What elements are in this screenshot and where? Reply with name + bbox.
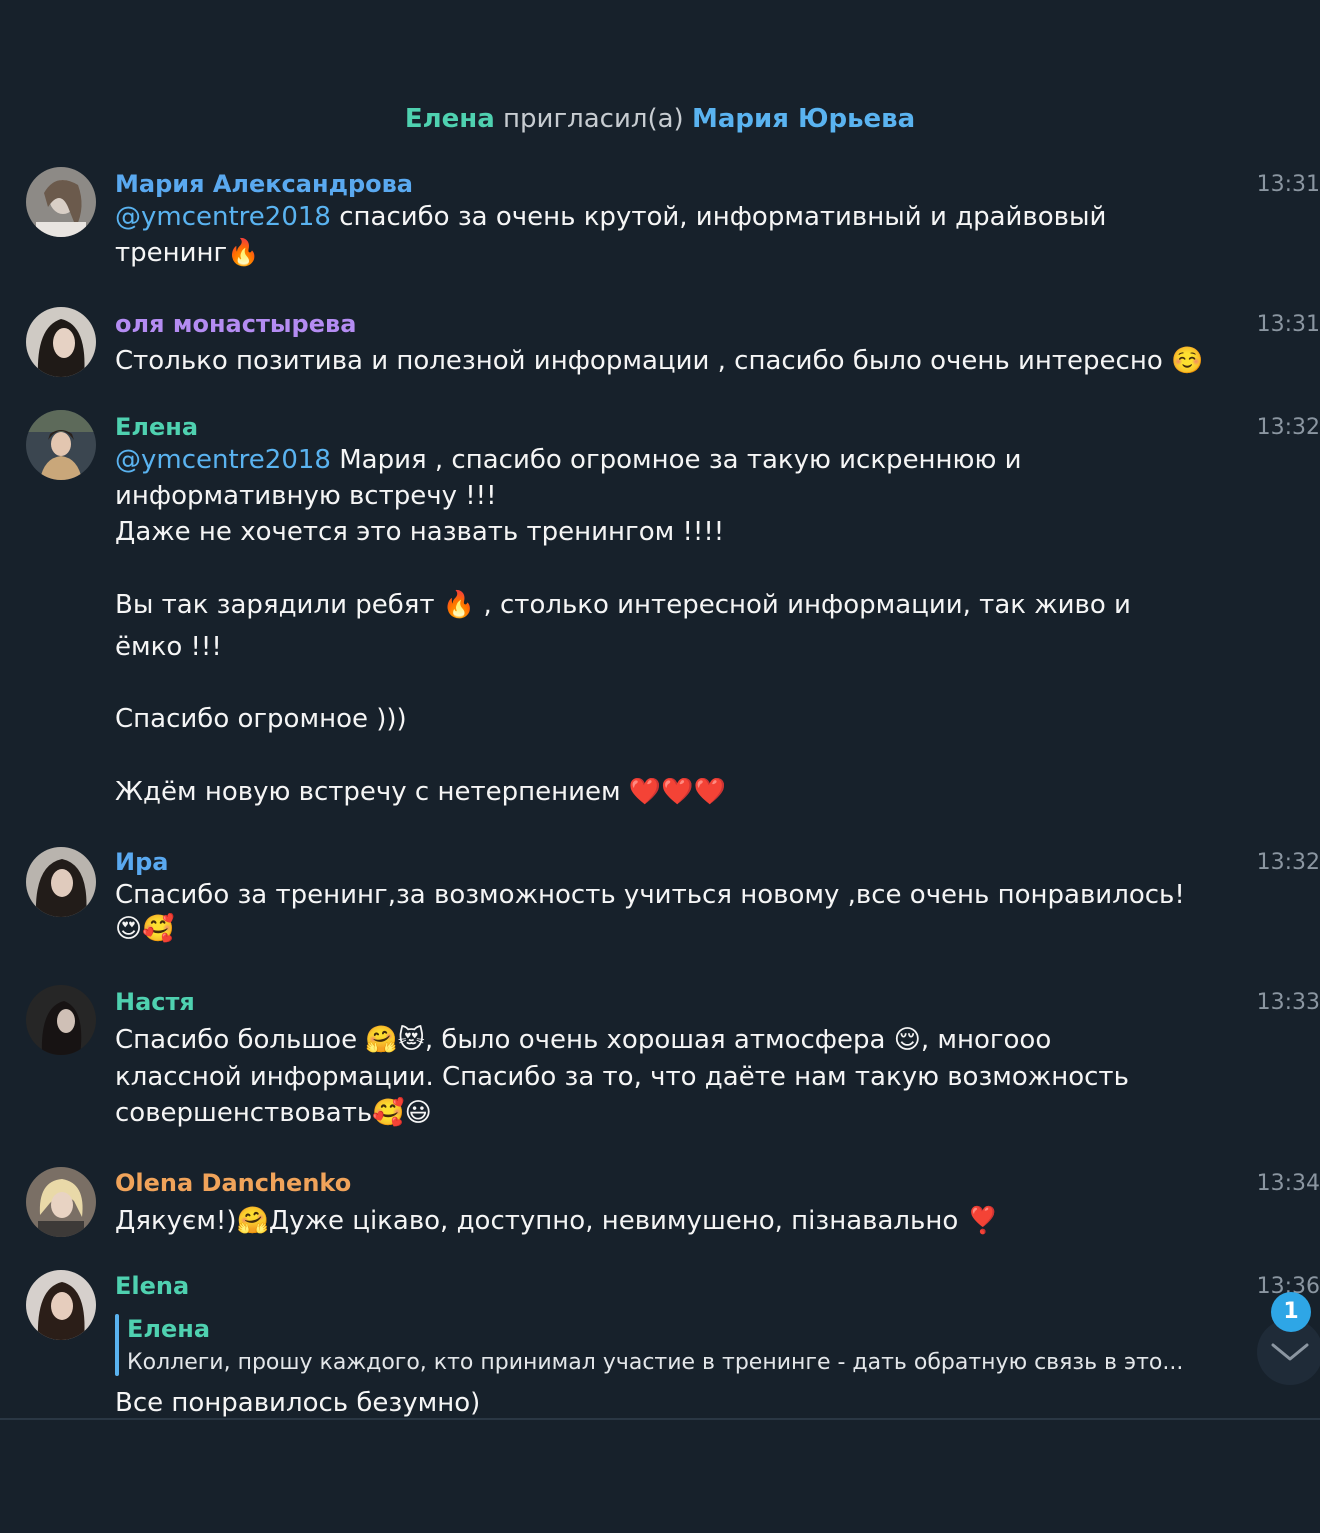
message-line: Все понравилось безумно) xyxy=(115,1388,480,1418)
message-text: тренинг xyxy=(115,238,228,268)
hug-emoji-icon: 🤗😻 xyxy=(365,1025,425,1055)
message-text: Вы так зарядили ребят xyxy=(115,590,443,620)
service-action: пригласил(а) xyxy=(494,104,692,134)
message-line: совершенствовать🥰😃 xyxy=(115,1098,432,1128)
reply-text[interactable]: Коллеги, прошу каждого, кто принимал уча… xyxy=(127,1350,1183,1375)
message-author[interactable]: Елена xyxy=(115,413,198,441)
message-text: Спасибо за тренинг,за возможность учитьс… xyxy=(115,880,1185,910)
relieved-emoji-icon: 😌 xyxy=(893,1025,921,1055)
message-line: 😍🥰 xyxy=(115,914,174,944)
message-line: ёмко !!! xyxy=(115,632,222,662)
avatar[interactable] xyxy=(26,847,96,917)
message-text: информативную встречу !!! xyxy=(115,481,497,511)
message-line: Даже не хочется это назвать тренингом !!… xyxy=(115,517,724,547)
message-text: Столько позитива и полезной информации ,… xyxy=(115,346,1171,376)
smiling-emoji-icon: ☺️ xyxy=(1171,346,1204,376)
message-text: ёмко !!! xyxy=(115,632,222,662)
mention-link[interactable]: @ymcentre2018 xyxy=(115,202,331,232)
message-time: 13:32 xyxy=(1256,415,1320,440)
smile-emoji-icon: 🥰😃 xyxy=(372,1098,432,1128)
message-line: Спасибо большое 🤗😻, было очень хорошая а… xyxy=(115,1025,1051,1055)
message-line: Ждём новую встречу с нетерпением ❤️❤️❤️ xyxy=(115,777,726,807)
mention-link[interactable]: @ymcentre2018 xyxy=(115,445,331,475)
avatar[interactable] xyxy=(26,1270,96,1340)
message-author[interactable]: Мария Александрова xyxy=(115,170,413,198)
message-text: Спасибо огромное ))) xyxy=(115,704,407,734)
love-emoji-icon: 😍🥰 xyxy=(115,914,175,944)
service-message: Елена пригласил(а) Мария Юрьева xyxy=(0,104,1320,134)
service-inviter[interactable]: Елена xyxy=(405,104,495,134)
heart-exclamation-emoji-icon: ❣️ xyxy=(966,1206,999,1236)
avatar[interactable] xyxy=(26,307,96,377)
message-time: 13:34 xyxy=(1256,1171,1320,1196)
hearts-emoji-icon: ❤️❤️❤️ xyxy=(628,777,726,807)
chat-view: Елена пригласил(а) Мария Юрьева Мария Ал… xyxy=(0,0,1320,1533)
message-text: Все понравилось безумно) xyxy=(115,1388,481,1418)
message-text: классной информации. Спасибо за то, что … xyxy=(115,1062,1129,1092)
message-text: , многооо xyxy=(920,1025,1052,1055)
avatar[interactable] xyxy=(26,985,96,1055)
message-author[interactable]: Ира xyxy=(115,848,168,876)
message-text: Мария , спасибо огромное за такую искрен… xyxy=(330,445,1022,475)
service-invitee[interactable]: Мария Юрьева xyxy=(692,104,915,134)
message-time: 13:32 xyxy=(1256,850,1320,875)
reply-quote-bar xyxy=(115,1314,119,1376)
avatar[interactable] xyxy=(26,410,96,480)
message-line: классной информации. Спасибо за то, что … xyxy=(115,1062,1129,1092)
fire-emoji-icon: 🔥 xyxy=(442,590,476,620)
message-line: Дякуєм!)🤗Дуже цікаво, доступно, невимуше… xyxy=(115,1206,999,1236)
message-text: Спасибо большое xyxy=(115,1025,366,1055)
message-line: информативную встречу !!! xyxy=(115,481,497,511)
message-line: Столько позитива и полезной информации ,… xyxy=(115,346,1203,376)
unread-count-badge: 1 xyxy=(1271,1292,1311,1332)
composer-area xyxy=(0,1420,1320,1533)
message-line: @ymcentre2018 Мария , спасибо огромное з… xyxy=(115,445,1022,475)
avatar[interactable] xyxy=(26,167,96,237)
message-text: Даже не хочется это назвать тренингом !!… xyxy=(115,517,725,547)
message-text: , столько интересной информации, так жив… xyxy=(475,590,1131,620)
message-line: Спасибо огромное ))) xyxy=(115,704,407,734)
message-text: Дуже цікаво, доступно, невимушено, пізна… xyxy=(268,1206,967,1236)
message-text: , было очень хорошая атмосфера xyxy=(424,1025,894,1055)
hug-emoji-icon: 🤗 xyxy=(236,1206,269,1236)
message-time: 13:33 xyxy=(1256,990,1320,1015)
reply-author[interactable]: Елена xyxy=(127,1315,210,1343)
message-time: 13:31 xyxy=(1256,172,1320,197)
message-author[interactable]: Elena xyxy=(115,1272,189,1300)
fire-emoji-icon: 🔥 xyxy=(227,238,260,268)
message-text: совершенствовать xyxy=(115,1098,373,1128)
message-line: тренинг🔥 xyxy=(115,238,260,268)
message-text: спасибо за очень крутой, информативный и… xyxy=(330,202,1107,232)
message-time: 13:31 xyxy=(1256,312,1320,337)
message-author[interactable]: Olena Danchenko xyxy=(115,1169,351,1197)
avatar[interactable] xyxy=(26,1167,96,1237)
message-text: Дякуєм!) xyxy=(115,1206,237,1236)
message-line: Вы так зарядили ребят 🔥 , столько интере… xyxy=(115,590,1131,620)
message-line: Спасибо за тренинг,за возможность учитьс… xyxy=(115,880,1185,910)
message-text: Ждём новую встречу с нетерпением xyxy=(115,777,629,807)
message-author[interactable]: оля монастырева xyxy=(115,310,356,338)
message-line: @ymcentre2018 спасибо за очень крутой, и… xyxy=(115,202,1106,232)
message-author[interactable]: Настя xyxy=(115,988,195,1016)
